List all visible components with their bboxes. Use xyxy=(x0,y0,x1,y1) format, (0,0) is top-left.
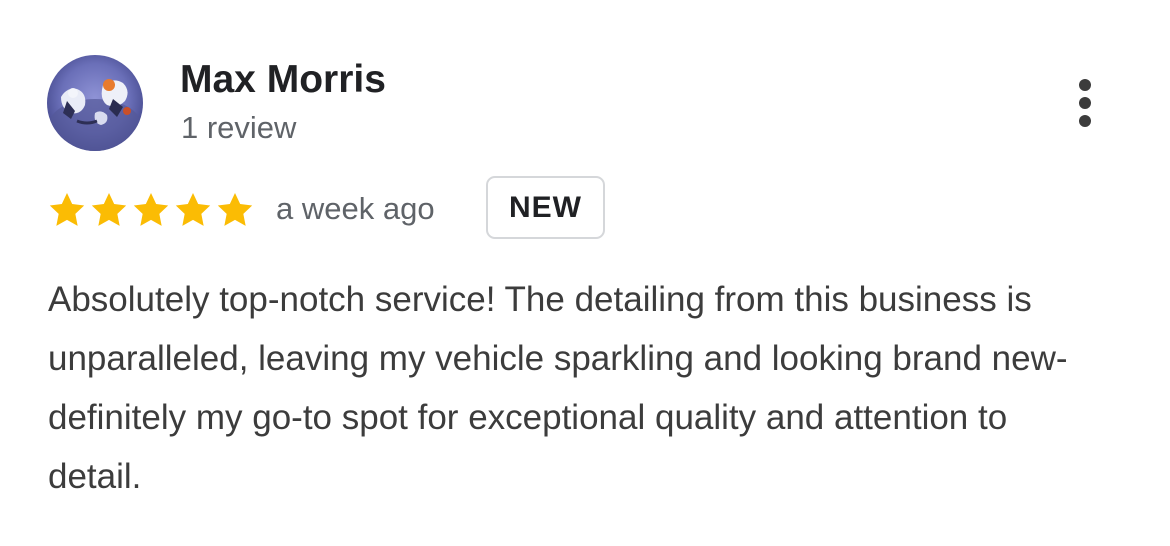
review-card: Max Morris 1 review a week ago NEW Absol… xyxy=(0,0,1170,546)
new-badge: NEW xyxy=(486,176,605,239)
star-icon xyxy=(175,193,211,226)
avatar-photo xyxy=(47,55,143,151)
review-text: Absolutely top-notch service! The detail… xyxy=(48,280,1068,496)
star-icon xyxy=(91,193,127,226)
star-icon xyxy=(49,193,85,226)
star-icon xyxy=(217,193,253,226)
more-options-button[interactable] xyxy=(1062,72,1108,134)
avatar[interactable] xyxy=(47,55,143,151)
review-timestamp: a week ago xyxy=(276,191,435,226)
star-icon xyxy=(133,193,169,226)
star-rating xyxy=(47,190,255,230)
reviewer-review-count: 1 review xyxy=(181,110,297,145)
reviewer-name[interactable]: Max Morris xyxy=(180,58,386,102)
